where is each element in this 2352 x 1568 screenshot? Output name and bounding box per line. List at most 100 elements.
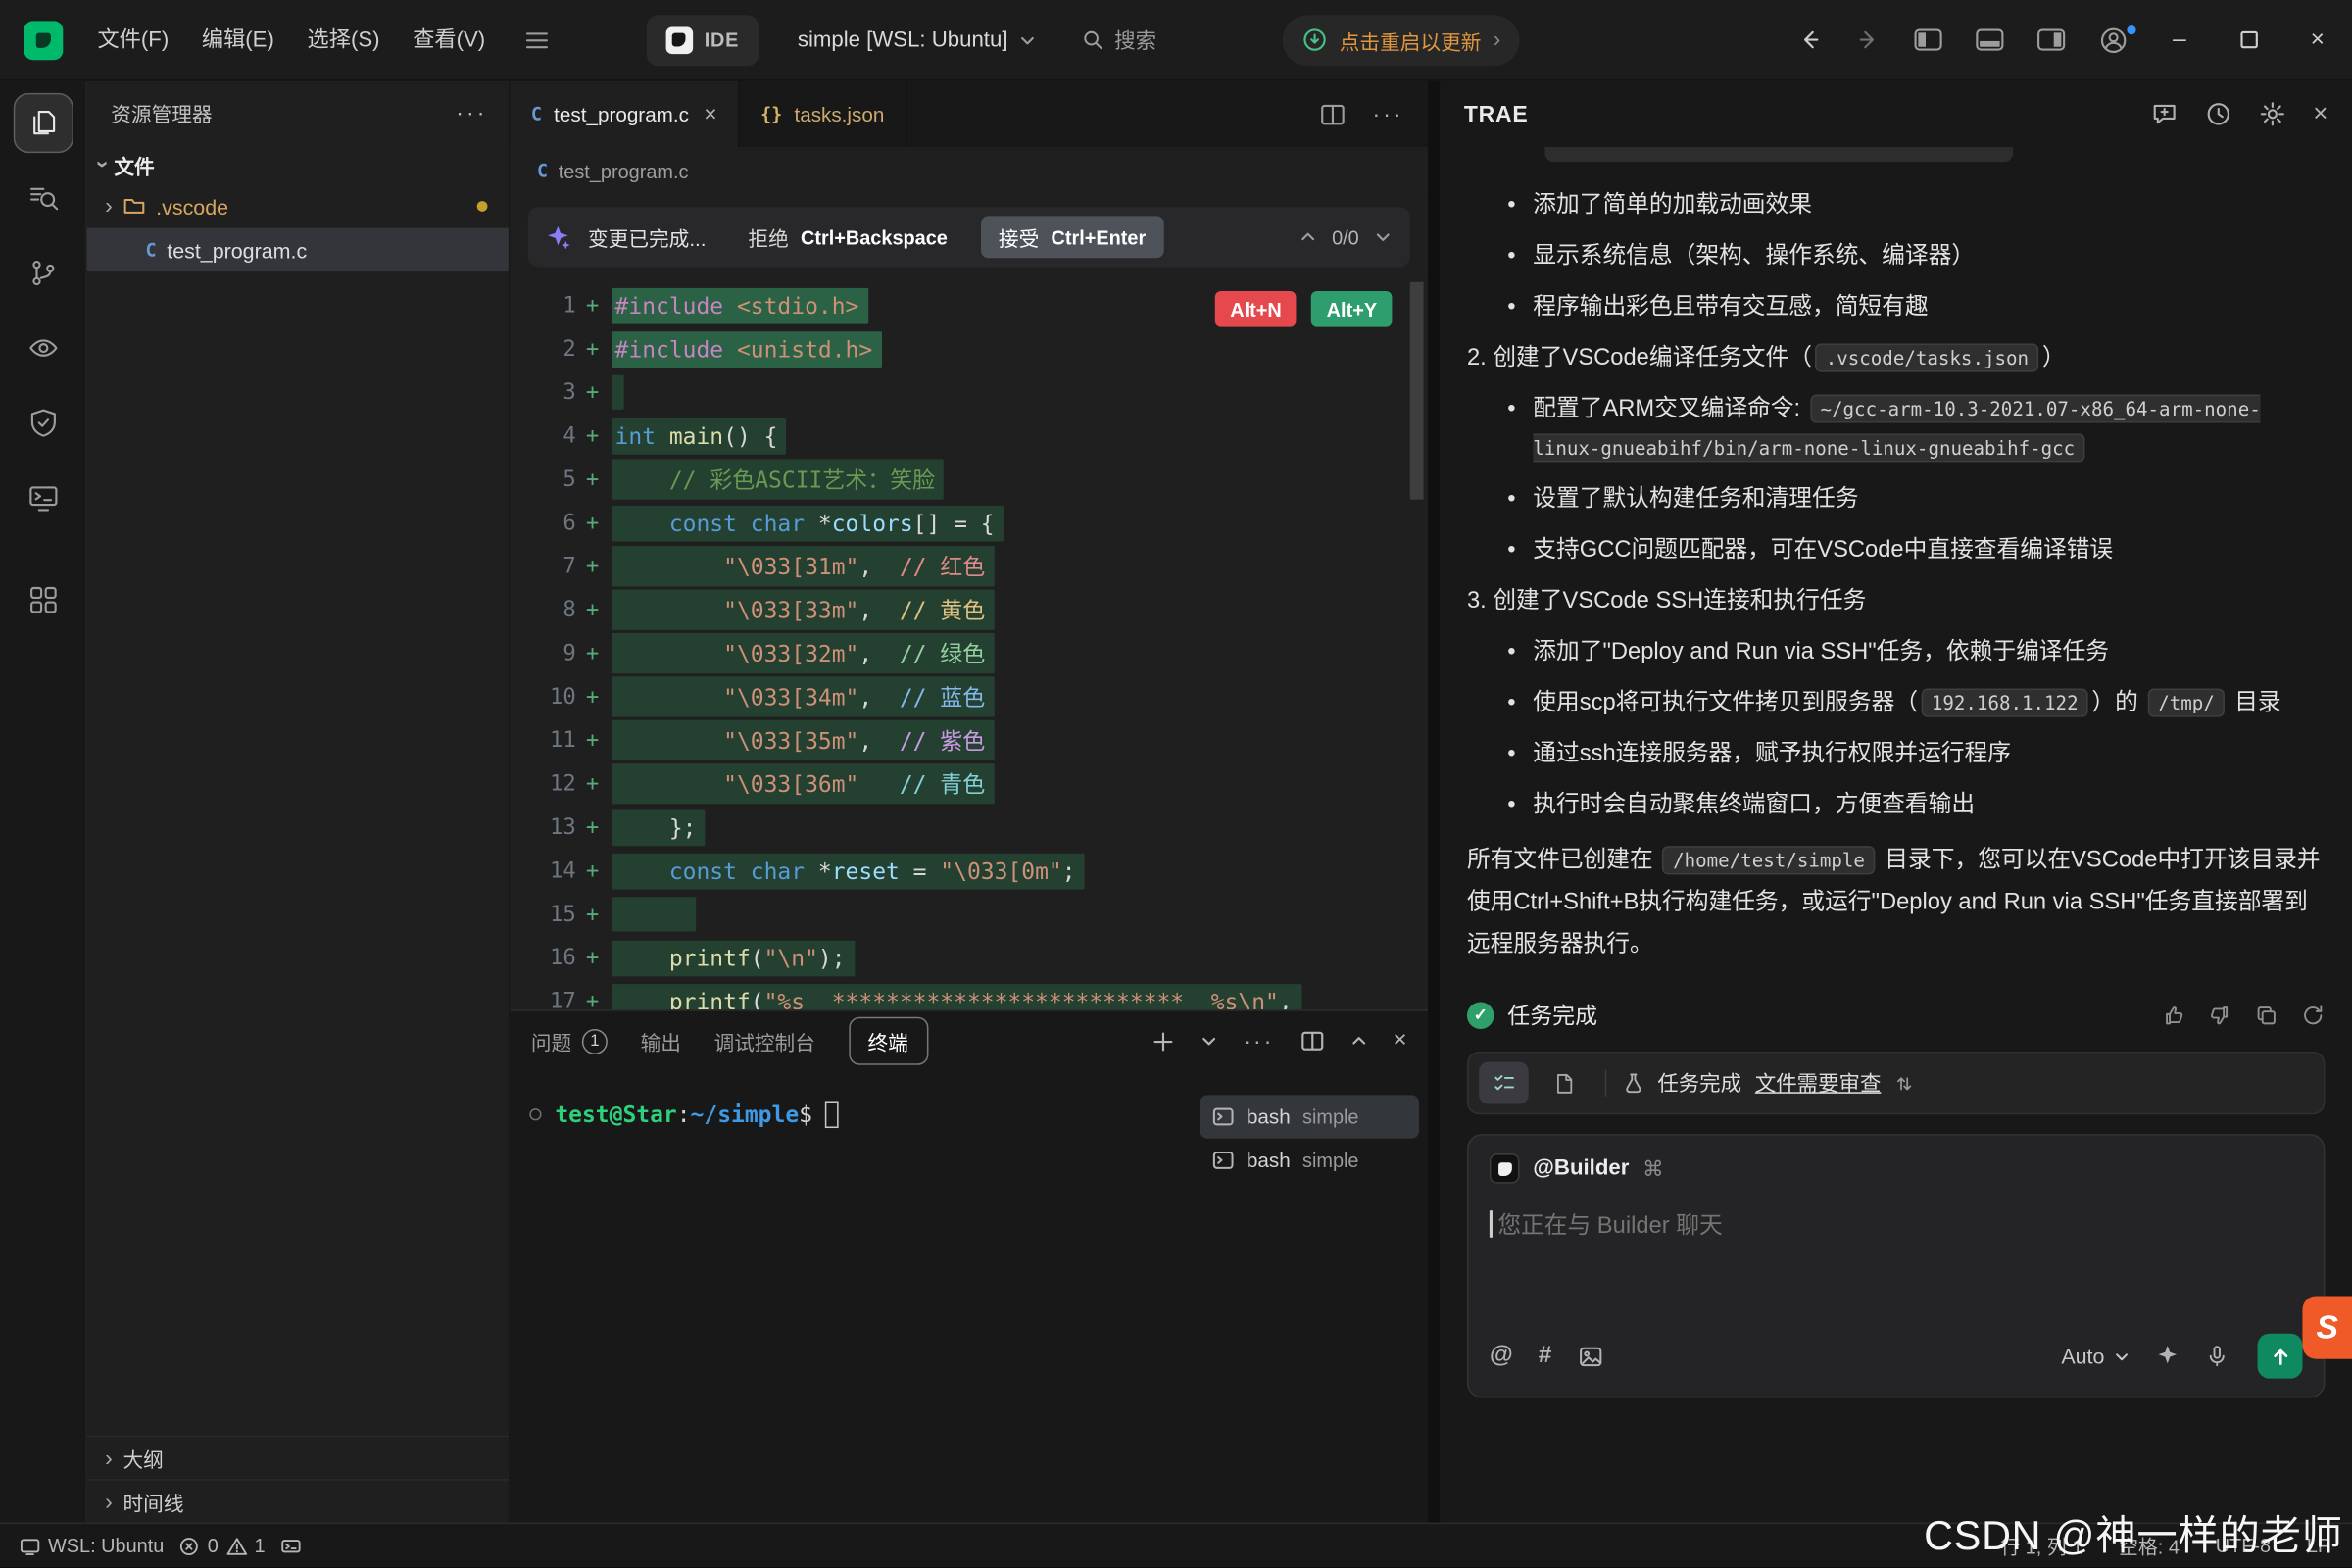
activitybar-preview[interactable] xyxy=(13,318,73,377)
close-window-button[interactable]: × xyxy=(2283,0,2352,80)
panel-tab[interactable]: 调试控制台 xyxy=(714,1027,815,1057)
regenerate-icon[interactable] xyxy=(2301,1003,2325,1026)
activitybar-extensions[interactable] xyxy=(13,570,73,630)
model-mode-selector[interactable]: Auto xyxy=(2061,1344,2130,1367)
diff-added-marker: + xyxy=(579,946,607,969)
diff-added-marker: + xyxy=(579,511,607,534)
mic-icon[interactable] xyxy=(2205,1344,2229,1367)
menu-item[interactable]: 查看(V) xyxy=(396,0,502,80)
chevron-up-icon[interactable] xyxy=(1298,228,1316,246)
agent-chip[interactable]: @Builder ⌘ xyxy=(1490,1153,2303,1184)
toggle-panel-icon[interactable] xyxy=(1959,28,2021,51)
thumbs-down-icon[interactable] xyxy=(2208,1003,2231,1026)
copy-icon[interactable] xyxy=(2255,1003,2278,1026)
diff-navigation: 0/0 xyxy=(1298,225,1392,248)
sidebar-title: 资源管理器 xyxy=(111,97,212,127)
csdn-floating-badge[interactable]: S xyxy=(2302,1296,2352,1358)
split-terminal-icon[interactable] xyxy=(1300,1030,1324,1054)
tree-item[interactable]: ›.vscode xyxy=(87,184,509,227)
agent-name: @Builder xyxy=(1533,1156,1629,1180)
panel-resize-sash[interactable] xyxy=(1428,81,1440,1524)
image-attach-icon[interactable] xyxy=(1577,1344,1602,1369)
more-actions-icon[interactable]: ··· xyxy=(1373,101,1404,126)
sidebar-bottom-section[interactable]: ›大纲 xyxy=(87,1436,509,1479)
diff-key-badges: Alt+N Alt+Y xyxy=(1215,291,1392,327)
hamburger-menu-icon[interactable] xyxy=(508,18,564,63)
reject-button[interactable]: 拒绝 Ctrl+Backspace xyxy=(748,222,947,253)
ports-indicator[interactable] xyxy=(280,1536,301,1556)
search-label: 搜索 xyxy=(1114,24,1156,55)
terminal-profile-chevron-icon[interactable] xyxy=(1200,1033,1217,1051)
accept-button[interactable]: 接受 Ctrl+Enter xyxy=(981,216,1164,258)
problems-indicator[interactable]: 0 1 xyxy=(179,1535,266,1557)
panel-tab[interactable]: 终端 xyxy=(849,1017,928,1065)
forward-button[interactable] xyxy=(1839,27,1898,53)
search-box[interactable]: 搜索 xyxy=(1081,24,1156,55)
update-notification[interactable]: 点击重启以更新 › xyxy=(1283,15,1521,66)
tree-item[interactable]: Ctest_program.c xyxy=(87,228,509,271)
files-changed-button[interactable] xyxy=(1539,1062,1589,1104)
thumbs-up-icon[interactable] xyxy=(2162,1003,2185,1026)
minimize-button[interactable]: – xyxy=(2145,0,2214,80)
sort-updown-icon[interactable] xyxy=(1894,1073,1914,1093)
activitybar-debug[interactable] xyxy=(13,393,73,453)
terminal-output[interactable]: test@Star : ~/simple $ xyxy=(510,1071,1200,1523)
task-list-button[interactable] xyxy=(1479,1062,1529,1104)
panel-tab[interactable]: 问题1 xyxy=(531,1027,608,1057)
close-chat-icon[interactable]: × xyxy=(2313,99,2328,129)
ide-label: IDE xyxy=(705,28,739,51)
toggle-right-panel-icon[interactable] xyxy=(2021,28,2082,51)
bullet-dot: • xyxy=(1507,633,1533,672)
chat-input-card[interactable]: @Builder ⌘ 您正在与 Builder 聊天 @ # Auto xyxy=(1467,1134,2326,1397)
split-editor-icon[interactable] xyxy=(1320,101,1346,126)
app-logo-icon[interactable] xyxy=(24,21,63,60)
new-terminal-icon[interactable] xyxy=(1152,1030,1174,1053)
more-actions-icon[interactable]: ··· xyxy=(1243,1029,1274,1054)
terminal-session[interactable]: bashsimple xyxy=(1200,1139,1418,1182)
close-tab-icon[interactable]: × xyxy=(704,101,716,126)
activitybar-search[interactable] xyxy=(13,168,73,227)
editor-tab[interactable]: {}tasks.json xyxy=(740,81,907,147)
back-button[interactable] xyxy=(1781,27,1839,53)
activitybar-explorer[interactable] xyxy=(13,93,73,153)
c-file-icon: C xyxy=(145,239,156,260)
workspace-switcher[interactable]: simple [WSL: Ubuntu] xyxy=(798,27,1037,51)
remote-indicator[interactable]: WSL: Ubuntu xyxy=(20,1535,164,1557)
ai-sparkle-icon[interactable] xyxy=(2155,1344,2179,1367)
divider xyxy=(1605,1069,1607,1097)
terminal-session[interactable]: bashsimple xyxy=(1200,1096,1418,1139)
chat-input-field[interactable]: 您正在与 Builder 聊天 xyxy=(1490,1207,2303,1241)
editor-tab[interactable]: Ctest_program.c× xyxy=(510,81,739,147)
gear-icon[interactable] xyxy=(2259,101,2286,128)
close-panel-icon[interactable]: × xyxy=(1393,1028,1406,1055)
code-editor[interactable]: 1+#include <stdio.h>2+#include <unistd.h… xyxy=(510,279,1428,1010)
context-hash-icon[interactable]: # xyxy=(1539,1343,1552,1370)
maximize-panel-icon[interactable] xyxy=(1349,1033,1367,1051)
more-actions-icon[interactable]: ··· xyxy=(456,100,487,125)
mention-icon[interactable]: @ xyxy=(1490,1343,1513,1370)
account-icon[interactable] xyxy=(2082,24,2144,55)
chat-bullet-item: •支持GCC问题匹配器，可在VSCode中直接查看编译错误 xyxy=(1467,531,2326,570)
menu-item[interactable]: 编辑(E) xyxy=(185,0,291,80)
sidebar-bottom-section[interactable]: ›时间线 xyxy=(87,1480,509,1523)
send-button[interactable] xyxy=(2258,1334,2303,1379)
toggle-sidebar-icon[interactable] xyxy=(1897,28,1959,51)
files-review-link[interactable]: 文件需要审查 xyxy=(1755,1068,1882,1099)
activitybar-remote-terminal[interactable] xyxy=(13,468,73,528)
maximize-button[interactable] xyxy=(2214,0,2282,80)
watermark-text: CSDN @神一样的老师 xyxy=(1924,1503,2343,1562)
menu-item[interactable]: 文件(F) xyxy=(81,0,185,80)
history-icon[interactable] xyxy=(2205,101,2232,128)
ai-chat-panel: TRAE × •添加了简单的加载动画效果•显示系统信息（架构、操作系统、编译器）… xyxy=(1440,81,2352,1524)
code-lines: 1+#include <stdio.h>2+#include <unistd.h… xyxy=(510,283,1428,1009)
chat-bullet-item: •添加了简单的加载动画效果 xyxy=(1467,186,2326,225)
files-section-header[interactable]: › 文件 xyxy=(87,144,509,184)
activitybar-source-control[interactable] xyxy=(13,243,73,303)
task-status[interactable]: 任务完成 文件需要审查 xyxy=(1623,1068,1914,1099)
chevron-down-icon[interactable] xyxy=(1374,228,1392,246)
editor-scrollbar[interactable] xyxy=(1410,282,1424,500)
panel-tab[interactable]: 输出 xyxy=(641,1027,681,1057)
new-chat-icon[interactable] xyxy=(2151,101,2179,128)
menu-item[interactable]: 选择(S) xyxy=(291,0,397,80)
breadcrumb[interactable]: C test_program.c xyxy=(510,147,1428,195)
